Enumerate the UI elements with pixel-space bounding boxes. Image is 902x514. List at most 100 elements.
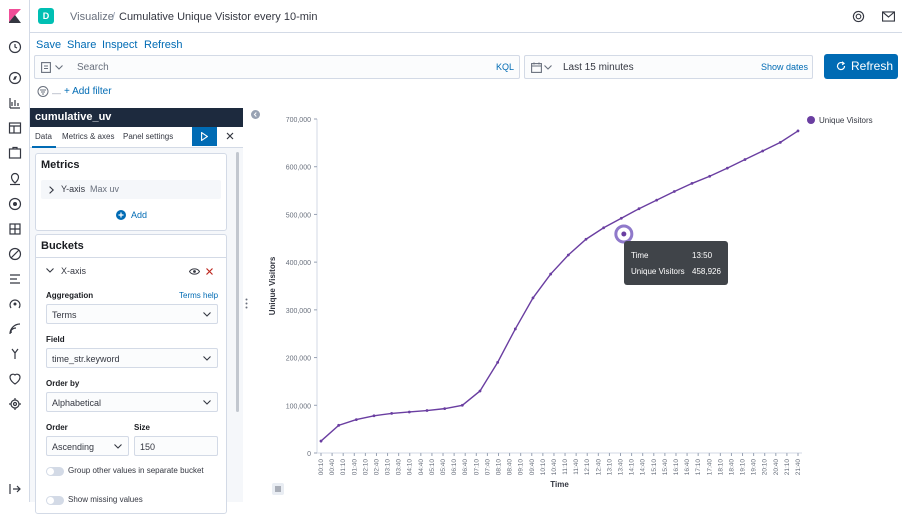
- logs-icon[interactable]: [8, 247, 22, 261]
- tab-data[interactable]: Data: [35, 132, 52, 141]
- yaxis-accordion[interactable]: Y-axis Max uv: [41, 180, 221, 199]
- yaxis-label: Y-axis: [61, 184, 86, 194]
- kql-toggle[interactable]: KQL: [496, 62, 514, 72]
- data-point: [672, 190, 676, 193]
- y-tick-label: 0: [307, 451, 311, 458]
- remove-x-icon[interactable]: [206, 268, 213, 275]
- time-range-label[interactable]: Last 15 minutes: [563, 62, 634, 73]
- x-tick-label: 07:10: [473, 459, 480, 476]
- ml-icon[interactable]: [8, 197, 22, 211]
- group-other-toggle[interactable]: [46, 467, 64, 476]
- uptime-icon[interactable]: [8, 297, 22, 311]
- add-plus-icon[interactable]: [116, 210, 126, 220]
- calendar-icon[interactable]: [531, 62, 542, 73]
- chevron-down-icon[interactable]: [55, 65, 63, 70]
- inspect-link[interactable]: Inspect: [102, 39, 137, 51]
- monitoring-icon[interactable]: [8, 372, 22, 386]
- recent-clock-icon[interactable]: [8, 40, 22, 54]
- eye-toggle-icon[interactable]: [189, 268, 200, 275]
- tooltip-metric-label: Unique Visitors: [631, 267, 685, 276]
- chevron-down-icon[interactable]: [544, 65, 552, 70]
- x-tick-label: 18:40: [728, 459, 735, 476]
- data-point: [531, 296, 535, 300]
- size-input[interactable]: 150: [134, 436, 218, 456]
- chevron-down-icon: [203, 356, 211, 361]
- refresh-icon: [836, 61, 846, 71]
- collapse-nav-icon[interactable]: [8, 482, 22, 496]
- x-tick-label: 17:40: [706, 459, 713, 476]
- refresh-button[interactable]: Refresh: [824, 54, 898, 79]
- management-gear-icon[interactable]: [8, 397, 22, 411]
- data-point: [478, 389, 482, 393]
- query-bar: Search KQL: [34, 55, 520, 79]
- close-icon[interactable]: [226, 132, 234, 140]
- x-tick-label: 04:10: [407, 459, 414, 476]
- infrastructure-icon[interactable]: [8, 222, 22, 236]
- chevron-down-icon: [203, 400, 211, 405]
- dashboard-icon[interactable]: [8, 121, 22, 135]
- y-tick-label: 500,000: [286, 212, 311, 219]
- data-point: [796, 129, 800, 133]
- data-point: [566, 253, 570, 257]
- x-tick-label: 11:40: [573, 459, 580, 475]
- apply-changes-button[interactable]: [192, 127, 217, 146]
- visualize-icon[interactable]: [8, 96, 22, 110]
- legend-marker: [807, 116, 815, 124]
- y-tick-label: 400,000: [286, 260, 311, 267]
- chart-area: 0 100,000 200,000 300,000 400,000 500,000 600,…: [264, 108, 902, 502]
- add-metric-link[interactable]: Add: [131, 210, 147, 220]
- xaxis-label: X-axis: [61, 266, 87, 276]
- save-link[interactable]: Save: [36, 39, 61, 51]
- order-select[interactable]: Ascending: [46, 436, 129, 456]
- y-axis-title: Unique Visitors: [268, 256, 277, 315]
- x-tick-label: 20:10: [762, 459, 769, 476]
- x-tick-label: 16:10: [673, 459, 680, 476]
- discover-icon[interactable]: [8, 71, 22, 85]
- chevron-down-icon: [114, 444, 122, 449]
- app-header: D Visualize / Cumulative Unique Visistor…: [30, 0, 902, 33]
- maps-icon[interactable]: [8, 172, 22, 186]
- x-tick-label: 18:10: [717, 459, 724, 476]
- breadcrumb-visualize[interactable]: Visualize: [70, 11, 114, 23]
- field-select[interactable]: time_str.keyword: [46, 348, 218, 368]
- search-input[interactable]: Search: [77, 62, 109, 73]
- resize-handle-icon[interactable]: [245, 298, 248, 309]
- x-tick-label: 05:40: [440, 459, 447, 476]
- dev-tools-icon[interactable]: [8, 347, 22, 361]
- add-filter-link[interactable]: + Add filter: [64, 86, 112, 97]
- saved-query-icon[interactable]: [41, 62, 51, 73]
- line-chart[interactable]: 0 100,000 200,000 300,000 400,000 500,000 600,…: [264, 108, 902, 502]
- collapse-sidebar-icon[interactable]: [251, 110, 260, 119]
- space-avatar[interactable]: D: [38, 8, 54, 24]
- order-value: Ascending: [52, 442, 95, 452]
- show-missing-toggle[interactable]: [46, 496, 64, 505]
- share-link[interactable]: Share: [67, 39, 96, 51]
- order-label: Order: [46, 423, 68, 432]
- siem-icon[interactable]: [8, 322, 22, 336]
- order-by-select[interactable]: Alphabetical: [46, 392, 218, 412]
- tab-metrics-axes[interactable]: Metrics & axes: [62, 132, 114, 141]
- kibana-logo-icon[interactable]: [7, 8, 23, 24]
- series-line: [320, 130, 799, 442]
- apm-icon[interactable]: [8, 272, 22, 286]
- data-point: [407, 410, 411, 414]
- data-point: [390, 411, 394, 415]
- refresh-link[interactable]: Refresh: [144, 39, 183, 51]
- editor-scrollbar[interactable]: [236, 152, 239, 412]
- chevron-down-icon[interactable]: [46, 268, 54, 273]
- show-dates-link[interactable]: Show dates: [761, 62, 808, 72]
- filter-divider: —: [52, 88, 61, 98]
- x-tick-label: 02:40: [373, 459, 380, 476]
- help-globe-icon[interactable]: [852, 10, 865, 23]
- canvas-icon[interactable]: [8, 146, 22, 160]
- x-tick-label: 09:10: [518, 459, 525, 476]
- vis-editor-sidebar: cumulative_uv Data Metrics & axes Panel …: [30, 108, 243, 514]
- y-tick-label: 700,000: [286, 117, 311, 124]
- legend-toggle-icon[interactable]: [272, 483, 284, 495]
- aggregation-select[interactable]: Terms: [46, 304, 218, 324]
- filter-options-icon[interactable]: [37, 86, 49, 97]
- newsfeed-mail-icon[interactable]: [882, 11, 895, 22]
- tab-panel-settings[interactable]: Panel settings: [123, 132, 173, 141]
- x-tick-label: 13:10: [606, 459, 613, 476]
- terms-help-link[interactable]: Terms help: [179, 291, 218, 300]
